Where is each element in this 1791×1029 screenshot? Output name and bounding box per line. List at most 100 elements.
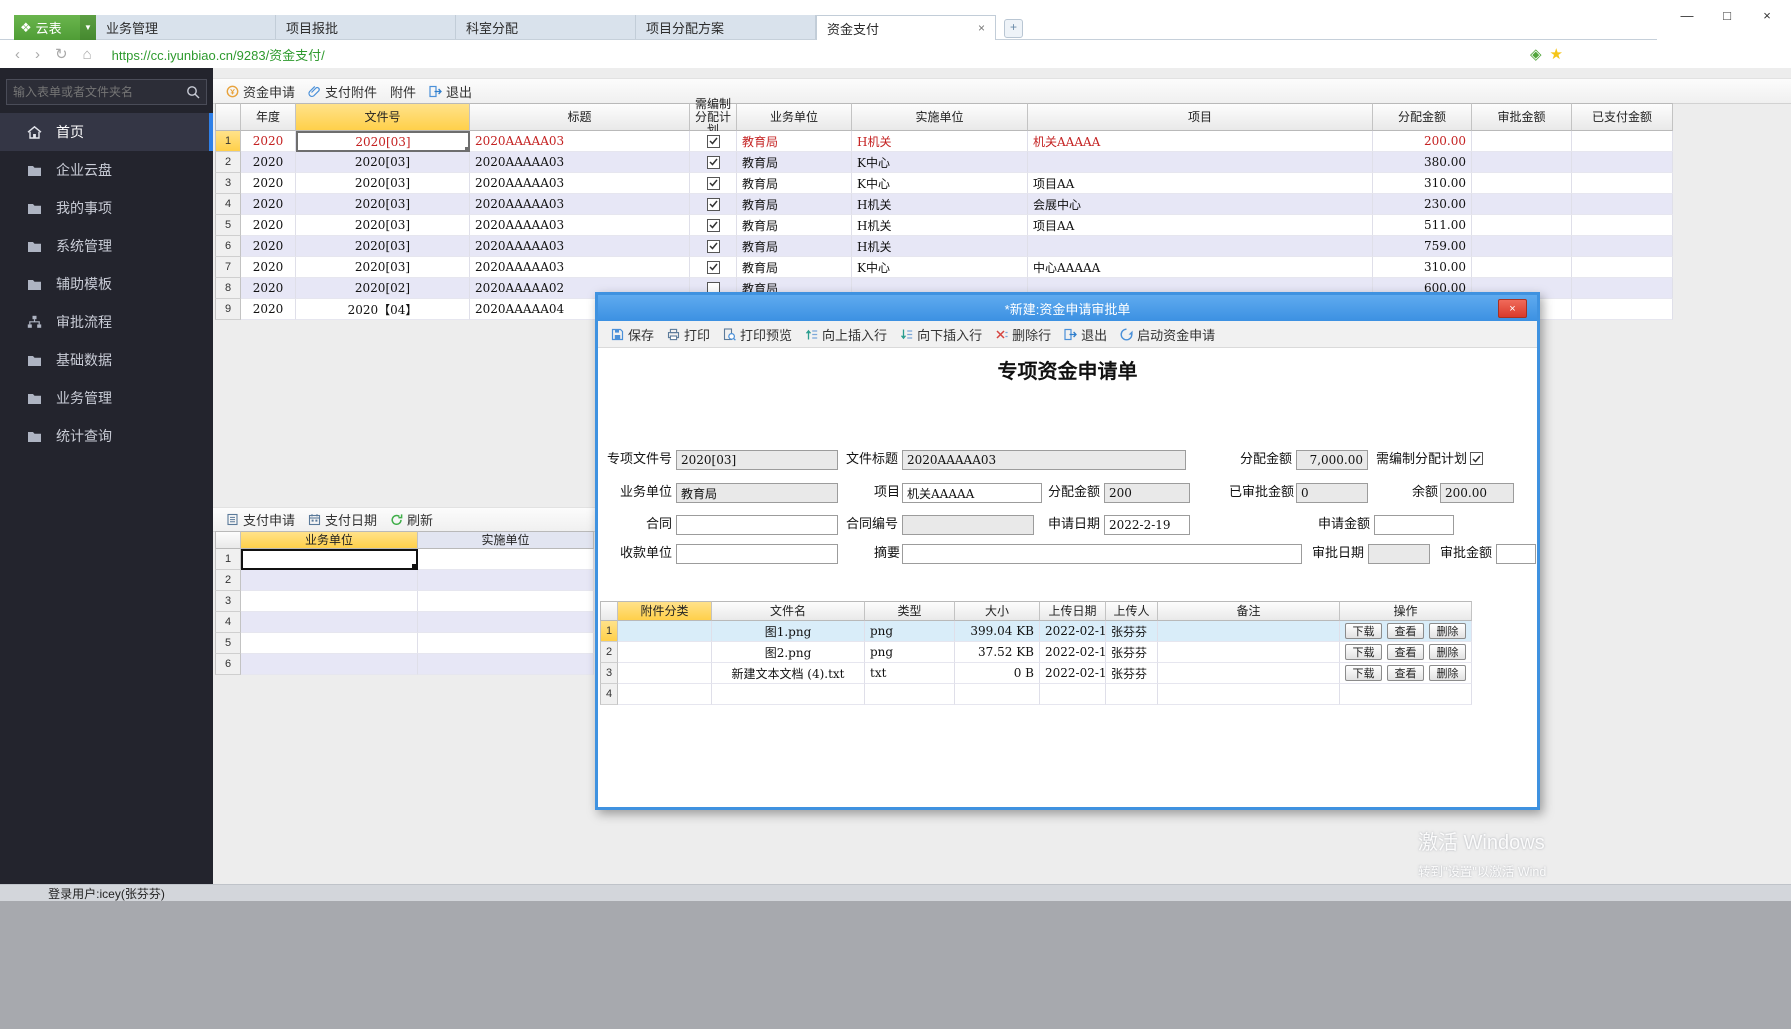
toolbar-item-刷新[interactable]: 刷新 xyxy=(390,510,433,529)
file-name-cell[interactable]: 图2.png xyxy=(712,642,865,663)
uploader-cell[interactable] xyxy=(1106,684,1158,705)
paid-amount-cell[interactable] xyxy=(1572,131,1673,152)
browser-tab[interactable]: 项目分配方案 xyxy=(636,15,816,40)
attachment-category-cell[interactable] xyxy=(618,621,712,642)
row-number[interactable]: 6 xyxy=(215,236,241,257)
doc-no-cell[interactable]: 2020[03] xyxy=(296,194,470,215)
project-field[interactable] xyxy=(902,483,1042,503)
row-number[interactable]: 8 xyxy=(215,278,241,299)
table-row[interactable]: 120202020[03]2020AAAAA03教育局H机关机关AAAAA200… xyxy=(215,131,1673,152)
contract-field[interactable] xyxy=(676,515,838,535)
toolbar-item-向下插入行[interactable]: 向下插入行 xyxy=(900,325,982,344)
doc-no-cell[interactable]: 2020【04】 xyxy=(296,299,470,320)
year-cell[interactable]: 2020 xyxy=(241,257,296,278)
sidebar-item-统计查询[interactable]: 统计查询 xyxy=(0,417,213,455)
approved-amount-cell[interactable] xyxy=(1472,215,1572,236)
table-row[interactable]: 720202020[03]2020AAAAA03教育局K中心中心AAAAA310… xyxy=(215,257,1673,278)
biz-unit-cell[interactable] xyxy=(241,633,418,654)
alloc-amount-cell[interactable]: 310.00 xyxy=(1373,257,1472,278)
file-type-cell[interactable]: png xyxy=(865,621,955,642)
approved-amount-field[interactable] xyxy=(1296,483,1368,503)
browser-tab[interactable]: 资金支付× xyxy=(816,15,996,40)
sidebar-item-业务管理[interactable]: 业务管理 xyxy=(0,379,213,417)
approved-amount-cell[interactable] xyxy=(1472,131,1572,152)
toolbar-item-打印[interactable]: 打印 xyxy=(667,325,710,344)
project-cell[interactable]: 项目AA xyxy=(1028,173,1373,194)
contract-no-field[interactable] xyxy=(902,515,1034,535)
year-cell[interactable]: 2020 xyxy=(241,173,296,194)
attachment-row[interactable]: 2图2.pngpng37.52 KB2022-02-19张芬芬下载查看删除 xyxy=(600,642,1472,663)
attachment-row[interactable]: 1图1.pngpng399.04 KB2022-02-19张芬芬下载查看删除 xyxy=(600,621,1472,642)
note-cell[interactable] xyxy=(1158,663,1340,684)
toolbar-item-保存[interactable]: 保存 xyxy=(611,325,654,344)
file-size-cell[interactable] xyxy=(955,684,1040,705)
payment-row[interactable]: 3 xyxy=(215,591,594,612)
approved-amount-cell[interactable] xyxy=(1472,257,1572,278)
file-type-cell[interactable]: txt xyxy=(865,663,955,684)
file-name-cell[interactable]: 图1.png xyxy=(712,621,865,642)
plan-cell[interactable] xyxy=(690,173,737,194)
browser-tab[interactable]: 项目报批 xyxy=(276,15,456,40)
apply-date-field[interactable] xyxy=(1104,515,1190,535)
app-store-icon[interactable]: ◈ xyxy=(1530,45,1542,63)
row-number[interactable]: 4 xyxy=(215,612,241,633)
doc-no-cell[interactable]: 2020[03] xyxy=(296,131,470,152)
biz-unit-cell[interactable] xyxy=(241,591,418,612)
row-number[interactable]: 7 xyxy=(215,257,241,278)
row-number[interactable]: 1 xyxy=(215,549,241,570)
plan-cell[interactable] xyxy=(690,257,737,278)
row-number[interactable]: 5 xyxy=(215,633,241,654)
biz-unit-cell[interactable]: 教育局 xyxy=(737,236,852,257)
alloc-amount-cell[interactable]: 310.00 xyxy=(1373,173,1472,194)
attachment-action-删除-button[interactable]: 删除 xyxy=(1429,665,1466,681)
biz-unit-cell[interactable]: 教育局 xyxy=(737,257,852,278)
back-icon[interactable]: ‹ xyxy=(15,47,20,62)
alloc-amount-cell[interactable]: 759.00 xyxy=(1373,236,1472,257)
sidebar-item-基础数据[interactable]: 基础数据 xyxy=(0,341,213,379)
table-row[interactable]: 520202020[03]2020AAAAA03教育局H机关项目AA511.00 xyxy=(215,215,1673,236)
title-cell[interactable]: 2020AAAAA03 xyxy=(470,194,690,215)
paid-amount-cell[interactable] xyxy=(1572,152,1673,173)
url-text[interactable]: https://cc.iyunbiao.cn/9283/资金支付/ xyxy=(112,45,325,64)
row-number[interactable]: 4 xyxy=(600,684,618,705)
browser-tab[interactable]: 业务管理 xyxy=(96,15,276,40)
sidebar-item-系统管理[interactable]: 系统管理 xyxy=(0,227,213,265)
row-number[interactable]: 9 xyxy=(215,299,241,320)
impl-unit-cell[interactable]: K中心 xyxy=(852,173,1028,194)
sidebar-item-审批流程[interactable]: 审批流程 xyxy=(0,303,213,341)
plan-checkbox[interactable] xyxy=(707,156,720,169)
row-number[interactable]: 5 xyxy=(215,215,241,236)
biz-unit-cell[interactable] xyxy=(241,549,418,570)
alloc-field[interactable] xyxy=(1104,483,1190,503)
note-cell[interactable] xyxy=(1158,684,1340,705)
apply-amount-field[interactable] xyxy=(1374,515,1454,535)
alloc-amount-cell[interactable]: 200.00 xyxy=(1373,131,1472,152)
attachment-action-删除-button[interactable]: 删除 xyxy=(1429,644,1466,660)
toolbar-item-打印预览[interactable]: 打印预览 xyxy=(723,325,792,344)
title-cell[interactable]: 2020AAAAA03 xyxy=(470,173,690,194)
paid-amount-cell[interactable] xyxy=(1572,278,1673,299)
table-row[interactable]: 220202020[03]2020AAAAA03教育局K中心380.00 xyxy=(215,152,1673,173)
year-cell[interactable]: 2020 xyxy=(241,152,296,173)
toolbar-item-删除行[interactable]: 删除行 xyxy=(995,325,1051,344)
payee-field[interactable] xyxy=(676,544,838,564)
row-number[interactable]: 6 xyxy=(215,654,241,675)
file-name-cell[interactable]: 新建文本文档 (4).txt xyxy=(712,663,865,684)
row-number[interactable]: 3 xyxy=(600,663,618,684)
table-row[interactable]: 620202020[03]2020AAAAA03教育局H机关759.00 xyxy=(215,236,1673,257)
approved-amount-cell[interactable] xyxy=(1472,236,1572,257)
summary-field[interactable] xyxy=(902,544,1302,564)
dialog-close-button[interactable]: × xyxy=(1498,299,1527,318)
plan-checkbox[interactable] xyxy=(1470,452,1483,465)
approve-amount-field[interactable] xyxy=(1496,544,1536,564)
file-size-cell[interactable]: 399.04 KB xyxy=(955,621,1040,642)
row-number[interactable]: 4 xyxy=(215,194,241,215)
dialog-titlebar[interactable]: *新建:资金申请审批单 × xyxy=(598,295,1537,321)
paid-amount-cell[interactable] xyxy=(1572,299,1673,320)
approve-date-field[interactable] xyxy=(1368,544,1430,564)
plan-checkbox[interactable] xyxy=(707,177,720,190)
file-size-cell[interactable]: 37.52 KB xyxy=(955,642,1040,663)
attachment-category-cell[interactable] xyxy=(618,684,712,705)
row-number[interactable]: 1 xyxy=(600,621,618,642)
biz-unit-cell[interactable]: 教育局 xyxy=(737,194,852,215)
